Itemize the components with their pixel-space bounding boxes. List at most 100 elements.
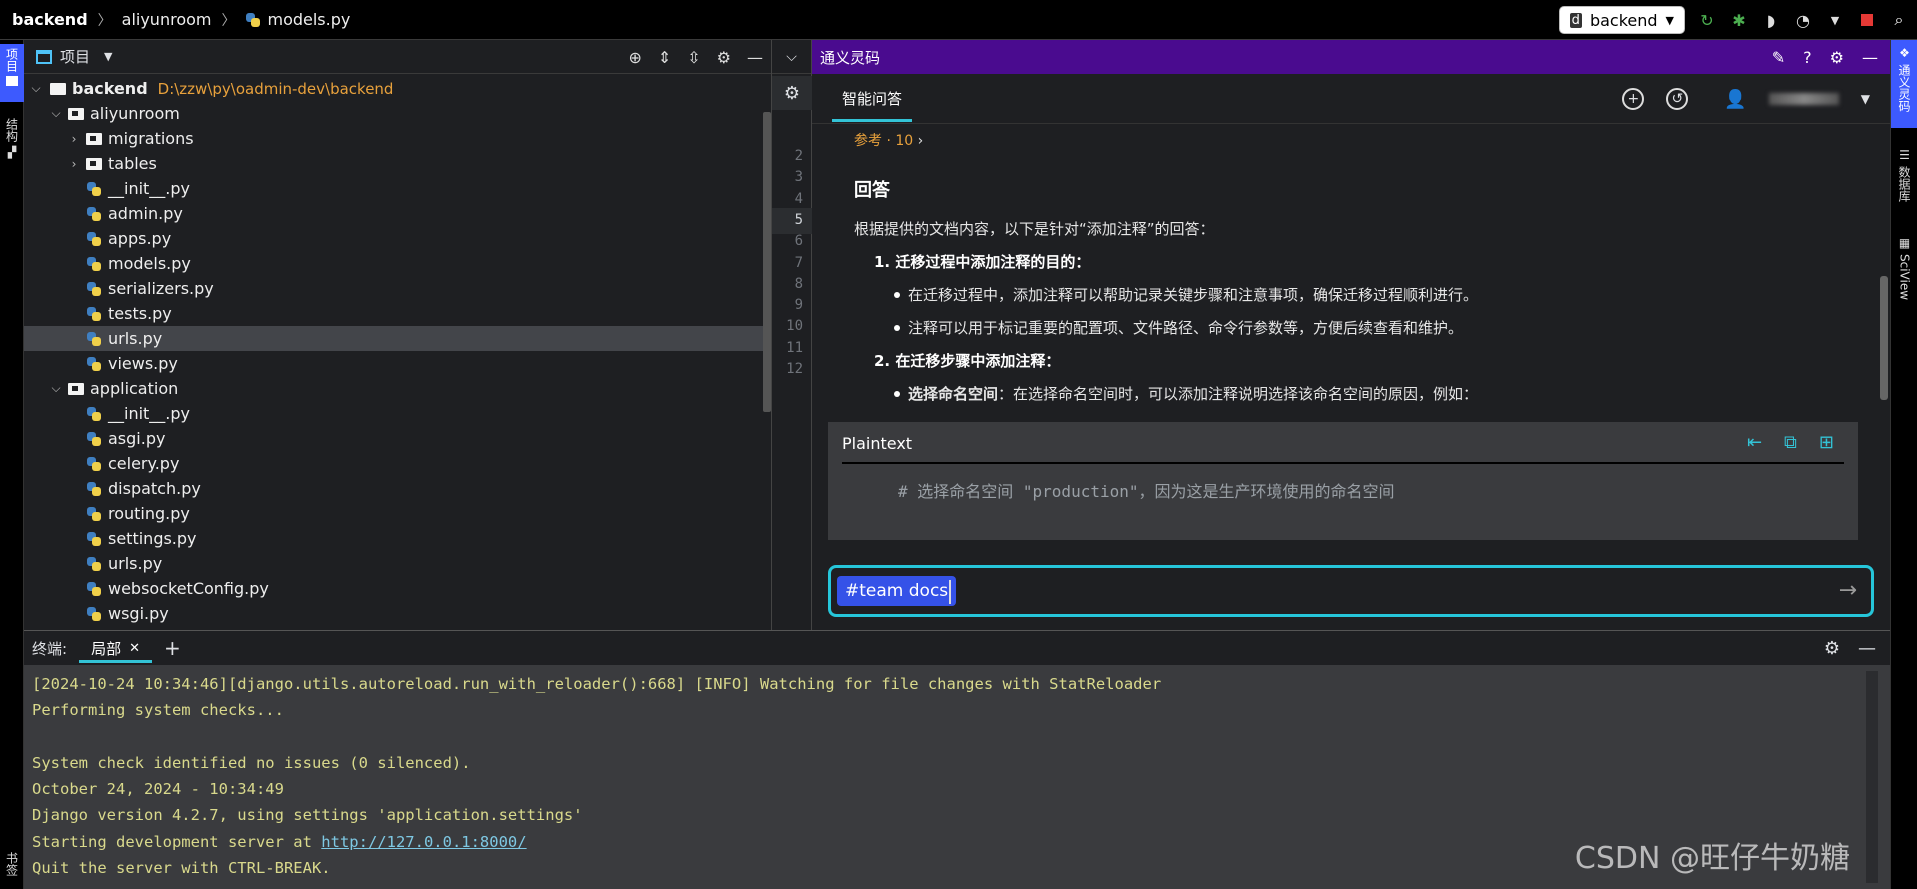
server-url-link[interactable]: http://127.0.0.1:8000/ (321, 833, 526, 851)
chat-input[interactable]: #team docs → (828, 565, 1874, 617)
tool-tab-structure[interactable]: 结构 ▞ (0, 118, 24, 178)
hide-panel-icon[interactable]: — (747, 48, 763, 67)
terminal-tab-local[interactable]: 局部 ✕ (79, 631, 152, 665)
chevron-down-icon[interactable]: ⌵ (28, 81, 44, 96)
gear-icon[interactable]: ⚙ (1830, 48, 1844, 67)
tree-item[interactable]: › migrations (24, 126, 771, 151)
breadcrumb-file[interactable]: models.py (267, 10, 350, 29)
collapse-all-icon[interactable]: ⇳ (687, 48, 700, 67)
chevron-right-icon[interactable]: › (66, 157, 82, 171)
rerun-icon[interactable]: ↻ (1697, 10, 1717, 30)
tool-tab-project[interactable]: 项目 (0, 44, 24, 102)
tree-item[interactable]: ⌵ aliyunroom (24, 101, 771, 126)
tree-item[interactable]: __init__.py (24, 176, 771, 201)
debug-icon[interactable]: ✱ (1729, 10, 1749, 30)
copy-icon[interactable]: ⧉ (1784, 432, 1797, 453)
scrollbar[interactable] (1880, 276, 1888, 400)
python-file-icon (86, 606, 102, 622)
tree-item[interactable]: ⌵ application (24, 376, 771, 401)
search-icon[interactable]: ⌕ (1889, 10, 1909, 30)
expand-all-icon[interactable]: ⇕ (658, 48, 671, 67)
edit-icon[interactable]: ✎ (1772, 48, 1785, 67)
breadcrumb-project[interactable]: backend (12, 10, 88, 29)
run-config-selector[interactable]: d backend ▼ (1558, 6, 1685, 34)
tree-item[interactable]: websocketConfig.py (24, 576, 771, 601)
chevron-down-icon[interactable]: ⌵ (48, 381, 64, 396)
python-file-icon (86, 306, 102, 322)
tree-item[interactable]: models.py (24, 251, 771, 276)
python-file-icon (86, 506, 102, 522)
context-tag[interactable]: #team docs (837, 576, 957, 606)
close-icon[interactable]: ✕ (129, 641, 140, 656)
tree-item[interactable]: settings.py (24, 526, 771, 551)
tool-tab-sciview[interactable]: ▦ SciView (1891, 236, 1917, 306)
tree-item[interactable]: urls.py (24, 551, 771, 576)
project-tree: ⌵ backend D:\zzw\py\oadmin-dev\backend ⌵… (24, 74, 771, 626)
tool-tab-database[interactable]: ☰ 数据库 (1891, 148, 1917, 208)
tree-item[interactable]: asgi.py (24, 426, 771, 451)
terminal-line: [2024-10-24 10:34:46][django.utils.autor… (32, 675, 1162, 693)
tree-item[interactable]: urls.py (24, 326, 771, 351)
breadcrumb-folder[interactable]: aliyunroom (122, 10, 212, 29)
tongyi-assistant-panel: 通义灵码 ✎ ? ⚙ — 智能问答 + ↺ 👤 ▼ 参考 · 10 › 回答 根… (812, 40, 1890, 630)
python-file-icon (86, 181, 102, 197)
profile-icon[interactable]: ◔ (1793, 10, 1813, 30)
more-run-options-icon[interactable]: ▼ (1825, 10, 1845, 30)
gear-icon[interactable]: ⚙ (772, 76, 812, 110)
tree-item[interactable]: dispatch.py (24, 476, 771, 501)
locate-file-icon[interactable]: ⊕ (628, 48, 641, 67)
coverage-icon[interactable]: ◗ (1761, 10, 1781, 30)
tree-item[interactable]: views.py (24, 351, 771, 376)
line-number: 7 (794, 254, 803, 271)
editor-tabs-dropdown[interactable]: ⌵ (772, 40, 811, 74)
stop-icon[interactable] (1857, 10, 1877, 30)
send-arrow-icon[interactable]: → (1839, 578, 1857, 603)
bullet-dot (894, 390, 900, 397)
tree-item[interactable]: wsgi.py (24, 601, 771, 626)
tree-item[interactable]: admin.py (24, 201, 771, 226)
new-chat-icon[interactable]: + (1622, 88, 1645, 110)
tool-tab-bookmarks-label: 书签 (4, 852, 19, 876)
new-file-icon[interactable]: ⊞ (1819, 432, 1834, 453)
chevron-down-icon[interactable]: ⌵ (48, 106, 64, 121)
chevron-down-icon: ▼ (1665, 13, 1674, 27)
scrollbar[interactable] (763, 112, 771, 412)
answer-intro: 根据提供的文档内容，以下是针对“添加注释”的回答： (854, 220, 1215, 238)
tree-item[interactable]: __init__.py (24, 401, 771, 426)
tree-item[interactable]: celery.py (24, 451, 771, 476)
watermark: CSDN @旺仔牛奶糖 (1574, 841, 1850, 876)
tree-item[interactable]: routing.py (24, 501, 771, 526)
hide-panel-icon[interactable]: — (1858, 638, 1876, 659)
tree-item[interactable]: › tables (24, 151, 771, 176)
insert-code-icon[interactable]: ⇤ (1747, 432, 1762, 453)
gear-icon[interactable]: ⚙ (1824, 638, 1840, 659)
breadcrumb-separator: 〉 (97, 12, 112, 29)
python-file-icon (86, 256, 102, 272)
chevron-down-icon[interactable]: ▼ (1861, 92, 1870, 106)
history-icon[interactable]: ↺ (1666, 88, 1689, 110)
chevron-down-icon: ⌵ (786, 48, 797, 65)
line-number: 12 (786, 361, 803, 377)
tree-item[interactable]: serializers.py (24, 276, 771, 301)
chevron-right-icon[interactable]: › (66, 132, 82, 146)
terminal-header: 终端: 局部 ✕ + ⚙ — (24, 631, 1890, 665)
tree-item-label: wsgi.py (108, 604, 169, 623)
project-view-selector[interactable]: 项目 ▼ (36, 46, 112, 67)
tab-smart-qa[interactable]: 智能问答 (831, 74, 913, 124)
gear-icon[interactable]: ⚙ (717, 48, 731, 67)
terminal-label: 终端: (32, 639, 68, 658)
tree-item-root[interactable]: ⌵ backend D:\zzw\py\oadmin-dev\backend (24, 76, 771, 101)
help-icon[interactable]: ? (1803, 48, 1812, 67)
user-icon[interactable]: 👤 (1724, 89, 1746, 110)
tool-tab-tongyi[interactable]: ❖ 通义灵码 (1891, 40, 1917, 128)
tool-tab-bookmarks[interactable]: 书签 (0, 852, 24, 886)
hide-panel-icon[interactable]: — (1862, 48, 1878, 67)
run-config-label: backend (1589, 10, 1658, 30)
scrollbar[interactable] (1866, 671, 1878, 883)
new-terminal-icon[interactable]: + (164, 636, 181, 660)
reference-link[interactable]: 参考 · 10 › (854, 130, 1858, 150)
tree-item[interactable]: apps.py (24, 226, 771, 251)
tongyi-icon: ❖ (1899, 46, 1910, 60)
tree-item[interactable]: tests.py (24, 301, 771, 326)
folder-icon (50, 82, 66, 95)
